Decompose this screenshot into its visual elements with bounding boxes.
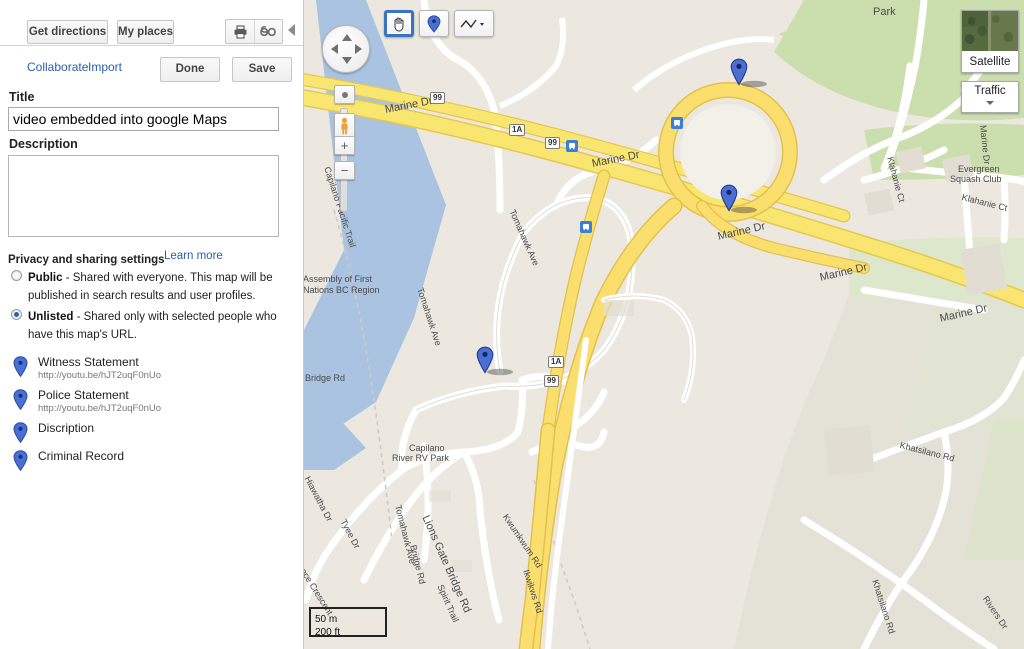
privacy-public-label: Public	[28, 272, 63, 284]
highway-shield: 99	[545, 137, 560, 149]
radio-public[interactable]	[11, 270, 22, 281]
transit-stop-icon[interactable]	[580, 221, 592, 233]
radio-unlisted[interactable]	[11, 309, 22, 320]
satellite-label: Satellite	[962, 51, 1018, 72]
traffic-dropdown-button[interactable]: Traffic	[961, 81, 1019, 113]
highway-shield: 99	[430, 92, 445, 104]
scale-imperial: 200 ft	[315, 627, 341, 638]
privacy-heading-row: Privacy and sharing settings Learn more	[8, 250, 295, 266]
description-textarea[interactable]	[8, 155, 279, 237]
map-edit-toolbar	[384, 10, 494, 37]
link-icon[interactable]	[254, 20, 282, 43]
list-item[interactable]: Witness Statement http://youtu.be/hJT2uq…	[8, 355, 295, 385]
privacy-public-desc: - Shared with everyone. This map will be…	[28, 272, 273, 302]
title-label: Title	[9, 90, 35, 104]
get-directions-button[interactable]: Get directions	[27, 20, 108, 44]
highway-shield: 99	[544, 375, 559, 387]
sidebar-toolbar: Get directions My places	[0, 0, 303, 46]
privacy-unlisted-label: Unlisted	[28, 311, 74, 323]
description-label: Description	[9, 137, 78, 151]
pan-left-icon[interactable]	[331, 44, 338, 54]
privacy-option-public[interactable]: Public - Shared with everyone. This map …	[8, 268, 295, 304]
map-placemark-pin[interactable]	[730, 58, 770, 88]
placemark-name: Witness Statement	[38, 355, 139, 369]
pin-icon	[13, 450, 28, 476]
placemark-name: Criminal Record	[38, 449, 125, 463]
pan-control[interactable]	[322, 25, 370, 73]
list-item[interactable]: Discription	[8, 421, 295, 446]
left-sidebar: Get directions My places Collaborate Imp…	[0, 0, 304, 649]
pin-icon	[13, 356, 28, 382]
placemark-url: http://youtu.be/hJT2uqF0nUo	[38, 403, 162, 414]
learn-more-link[interactable]: Learn more	[164, 250, 223, 262]
chevron-down-icon[interactable]	[986, 101, 994, 105]
privacy-heading: Privacy and sharing settings	[8, 254, 165, 266]
pan-down-icon[interactable]	[342, 57, 352, 64]
dot-icon	[341, 91, 348, 98]
pin-icon	[13, 422, 28, 448]
satellite-view-button[interactable]: Satellite	[961, 10, 1019, 73]
transit-stop-icon[interactable]	[566, 140, 578, 152]
hand-tool[interactable]	[384, 10, 414, 37]
collapse-left-icon[interactable]	[288, 24, 295, 36]
save-button[interactable]: Save	[232, 57, 292, 82]
transit-stop-icon[interactable]	[671, 117, 683, 129]
polyline-icon	[460, 19, 484, 28]
print-icon[interactable]	[226, 20, 254, 43]
map-placemark-pin[interactable]	[476, 346, 516, 376]
highway-shield: 1A	[509, 124, 526, 136]
placemark-url: http://youtu.be/hJT2uqF0nUo	[38, 370, 162, 381]
pegman-icon	[341, 117, 348, 134]
scale-bar: 50 m 200 ft	[309, 607, 387, 638]
placemark-name: Discription	[38, 421, 95, 435]
map-tiles	[304, 0, 1024, 649]
hand-icon	[394, 17, 404, 32]
zoom-out-button[interactable]: −	[334, 161, 355, 180]
zoom-in-button[interactable]: +	[334, 136, 355, 155]
sidebar-icon-group	[225, 19, 283, 44]
privacy-option-unlisted[interactable]: Unlisted - Shared only with selected peo…	[8, 307, 295, 343]
pin-icon	[427, 14, 441, 33]
satellite-thumbnail	[962, 11, 1018, 51]
highway-shield: 1A	[548, 356, 565, 368]
center-map-button[interactable]	[334, 85, 355, 104]
map-placemark-pin[interactable]	[720, 184, 760, 214]
list-item[interactable]: Police Statement http://youtu.be/hJT2uqF…	[8, 388, 295, 418]
line-tool[interactable]	[454, 10, 494, 37]
placemark-name: Police Statement	[38, 388, 129, 402]
list-item[interactable]: Criminal Record	[8, 449, 295, 474]
traffic-label: Traffic	[974, 85, 1006, 97]
collaborate-link[interactable]: Collaborate	[27, 60, 88, 74]
pan-up-icon[interactable]	[342, 34, 352, 41]
import-link[interactable]: Import	[88, 60, 122, 74]
placemark-tool[interactable]	[419, 10, 449, 37]
panel-actions: Collaborate Import Done Save	[8, 46, 295, 90]
placemark-list: Witness Statement http://youtu.be/hJT2uq…	[8, 355, 295, 474]
map-canvas[interactable]: Park Capilano Pacific Trail Marine Dr Marin…	[304, 0, 1024, 649]
pan-right-icon[interactable]	[355, 44, 362, 54]
title-input[interactable]	[8, 107, 279, 131]
pin-icon	[13, 389, 28, 415]
street-view-pegman[interactable]	[334, 113, 355, 138]
map-edit-panel: Collaborate Import Done Save Title Descr…	[0, 46, 303, 474]
my-places-button[interactable]: My places	[117, 20, 174, 44]
done-button[interactable]: Done	[160, 57, 220, 82]
